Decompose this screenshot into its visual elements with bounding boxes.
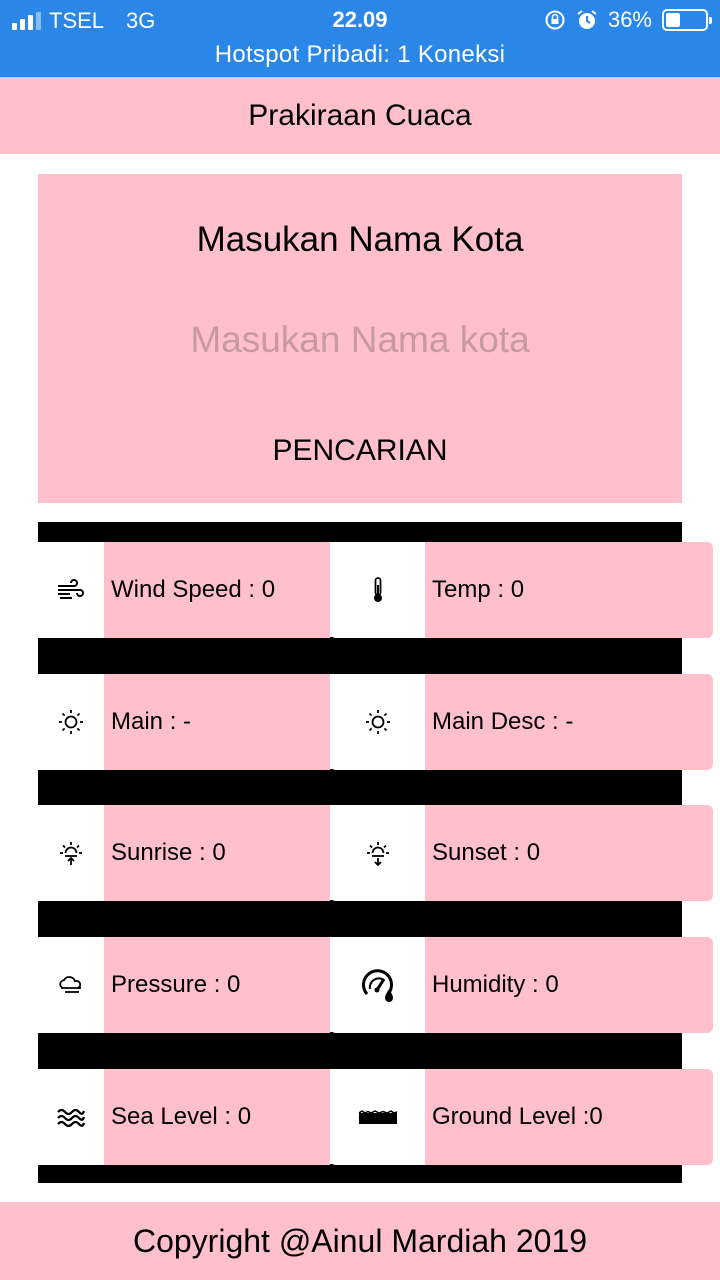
search-button[interactable]: PENCARIAN [238, 428, 482, 474]
footer: Copyright @Ainul Mardiah 2019 [0, 1202, 720, 1280]
sunrise-icon [38, 805, 104, 901]
thermometer-icon [330, 542, 425, 638]
weather-label: Sunrise : 0 [104, 805, 330, 901]
search-title: Masukan Nama Kota [196, 220, 524, 259]
weather-label: Main : - [104, 674, 330, 770]
weather-label: Wind Speed : 0 [104, 542, 330, 638]
divider-bar [38, 769, 682, 805]
sun-icon [330, 674, 425, 770]
weather-label: Main Desc : - [425, 674, 713, 770]
divider-bar [38, 522, 682, 542]
copyright-text: Copyright @Ainul Mardiah 2019 [132, 1222, 588, 1259]
sun-icon [38, 674, 104, 770]
divider-bar [38, 900, 682, 937]
status-bar: TSEL 3G 22.09 36% Hotspot Pribadi: 1 Kon… [0, 0, 720, 77]
weather-label: Pressure : 0 [104, 937, 330, 1033]
weather-label: Humidity : 0 [425, 937, 713, 1033]
status-bar-right: 36% [544, 7, 712, 33]
weather-row: Sea Level : 0 Ground Level :0 [0, 1069, 720, 1165]
weather-label: Ground Level :0 [425, 1069, 713, 1165]
hotspot-banner[interactable]: Hotspot Pribadi: 1 Koneksi [0, 41, 720, 69]
weather-row: Wind Speed : 0 Temp : 0 [0, 542, 720, 638]
battery-fill [666, 13, 680, 27]
wind-icon [38, 542, 104, 638]
weather-row: Pressure : 0 Humidity : 0 [0, 937, 720, 1033]
sunset-icon [330, 805, 425, 901]
page-title: Prakiraan Cuaca [248, 98, 472, 132]
city-input[interactable] [58, 312, 662, 368]
battery-icon [662, 9, 712, 31]
weather-label: Sea Level : 0 [104, 1069, 330, 1165]
humidity-gauge-icon [330, 937, 425, 1033]
divider-bar [38, 637, 682, 674]
divider-bar [38, 1032, 682, 1069]
weather-row: Main : - Main Desc : - [0, 674, 720, 770]
search-card: Masukan Nama Kota PENCARIAN [38, 174, 682, 503]
cloud-wind-icon [38, 937, 104, 1033]
page-header: Prakiraan Cuaca [0, 77, 720, 154]
weather-label: Temp : 0 [425, 542, 713, 638]
rotation-lock-icon [544, 9, 566, 31]
alarm-icon [576, 9, 598, 31]
divider-bar [38, 1164, 682, 1183]
weather-label: Sunset : 0 [425, 805, 713, 901]
battery-percent: 36% [607, 7, 652, 32]
weather-row: Sunrise : 0 Sunset : 0 [0, 805, 720, 901]
ground-icon [330, 1069, 425, 1165]
waves-icon [38, 1069, 104, 1165]
